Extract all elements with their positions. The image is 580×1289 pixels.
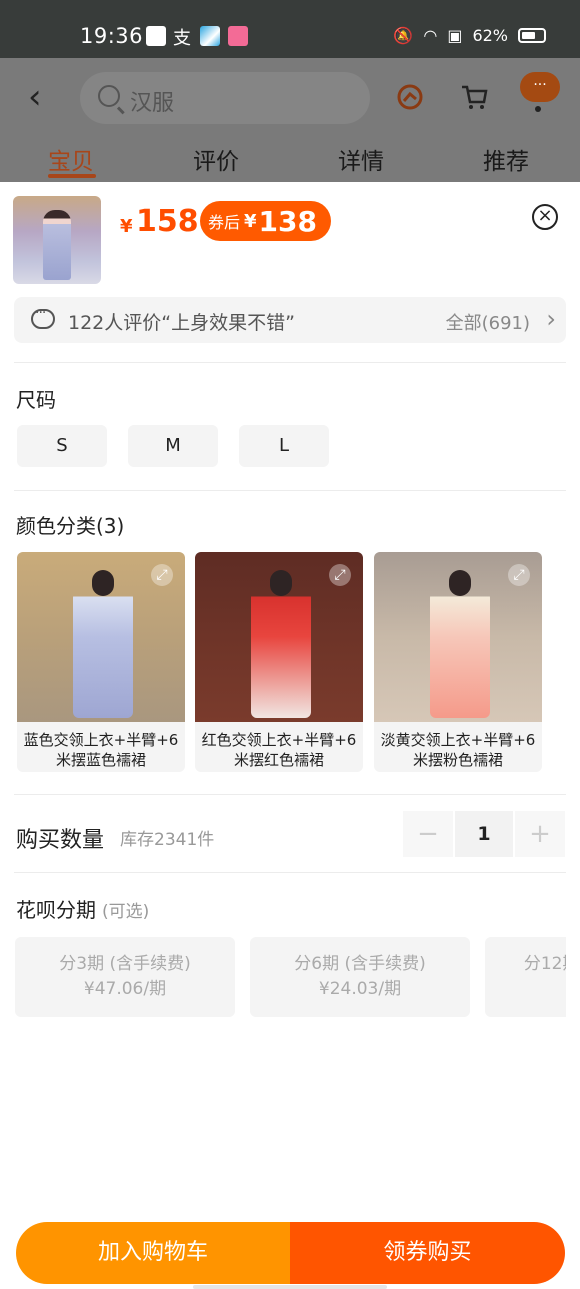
- installment-option-3[interactable]: 分3期 (含手续费) ¥47.06/期: [15, 937, 235, 1017]
- expand-icon[interactable]: ⤢: [329, 564, 351, 586]
- model-figure: [251, 570, 311, 718]
- product-thumbnail[interactable]: [13, 196, 101, 284]
- product-header: ‹ 汉服 ··· 宝贝 评价 详情 推荐: [0, 58, 580, 182]
- color-option-name: 淡黄交领上衣+半臂+6 米摆粉色襦裙: [374, 730, 542, 770]
- installment-period: 分3期 (含手续费): [59, 954, 191, 974]
- notification-dot: [535, 106, 541, 112]
- color-name-line: 淡黄交领上衣+半臂+6: [380, 731, 536, 749]
- active-tab-indicator: [48, 174, 96, 178]
- decrement-button[interactable]: −: [403, 811, 453, 857]
- coupon-label: 券后: [208, 213, 241, 232]
- quantity-stepper: − 1 +: [403, 811, 565, 857]
- size-option-m[interactable]: M: [128, 425, 218, 467]
- color-name-line: 米摆粉色襦裙: [412, 751, 503, 769]
- alipay-icon: 支: [173, 28, 191, 49]
- sku-selector-sheet: ¥ 158 券后 ¥ 138 × 122人评价“上身效果不错” 全部(691) …: [0, 182, 580, 1289]
- installment-optional: (可选): [102, 902, 150, 922]
- status-bar: 19:36 支 🔕 ◠ ▣ 62%: [0, 0, 580, 58]
- size-section-title: 尺码: [16, 388, 56, 412]
- chevron-right-icon: ›: [546, 305, 556, 333]
- add-to-cart-button[interactable]: 加入购物车: [16, 1222, 290, 1284]
- installment-option-12[interactable]: 分12期 (含手续费) ¥: [485, 937, 566, 1017]
- color-option-red[interactable]: ⤢ 红色交领上衣+半臂+6 米摆红色襦裙: [195, 552, 363, 772]
- share-icon[interactable]: [395, 82, 425, 112]
- search-input[interactable]: 汉服: [80, 72, 370, 124]
- model-figure: [430, 570, 490, 718]
- color-name-line: 红色交领上衣+半臂+6: [201, 731, 357, 749]
- search-icon: [98, 85, 120, 107]
- coupon-price: 138: [258, 204, 317, 238]
- size-option-l[interactable]: L: [239, 425, 329, 467]
- installment-amount: ¥24.03/期: [318, 979, 402, 999]
- color-name-line: 蓝色交领上衣+半臂+6: [23, 731, 179, 749]
- close-button[interactable]: ×: [532, 204, 558, 230]
- price-currency: ¥: [120, 216, 133, 237]
- installment-title: 花呗分期: [16, 898, 96, 922]
- divider: [14, 490, 566, 491]
- telegram-icon: [200, 26, 220, 46]
- coupon-price-badge: 券后 ¥ 138: [200, 201, 331, 241]
- silent-bell-icon: 🔕: [393, 26, 414, 45]
- wifi-icon: ◠: [423, 26, 438, 45]
- model-figure: [73, 570, 133, 718]
- quantity-value[interactable]: 1: [455, 811, 513, 857]
- coupon-currency: ¥: [244, 210, 257, 232]
- nfc-icon: ▣: [447, 26, 463, 45]
- buy-with-coupon-button[interactable]: 领券购买: [290, 1222, 565, 1284]
- installment-period: 分12期 (含手续费): [523, 954, 566, 974]
- product-price: 158: [136, 204, 199, 239]
- status-right: 🔕 ◠ ▣ 62%: [393, 26, 546, 45]
- tab-reviews[interactable]: 评价: [193, 142, 239, 176]
- thumbnail-figure: [43, 210, 71, 280]
- tab-item[interactable]: 宝贝: [48, 142, 94, 176]
- expand-icon[interactable]: ⤢: [151, 564, 173, 586]
- stock-count: 库存2341件: [120, 830, 215, 850]
- size-option-s[interactable]: S: [17, 425, 107, 467]
- home-indicator[interactable]: [193, 1285, 387, 1289]
- expand-icon[interactable]: ⤢: [508, 564, 530, 586]
- installment-section-title: 花呗分期 (可选): [16, 894, 149, 923]
- installment-amount: ¥: [485, 976, 566, 1002]
- tab-recommend[interactable]: 推荐: [483, 142, 529, 176]
- tab-details[interactable]: 详情: [338, 142, 384, 176]
- bilibili-icon: [228, 26, 248, 46]
- color-option-name: 蓝色交领上衣+半臂+6 米摆蓝色襦裙: [17, 730, 185, 770]
- review-summary-text: 122人评价“上身效果不错”: [68, 312, 295, 334]
- divider: [14, 794, 566, 795]
- status-time: 19:36: [80, 24, 144, 48]
- battery-percent: 62%: [472, 26, 508, 45]
- baidu-icon: [146, 26, 166, 46]
- installment-option-6[interactable]: 分6期 (含手续费) ¥24.03/期: [250, 937, 470, 1017]
- cart-icon[interactable]: [459, 82, 489, 112]
- installment-options: 分3期 (含手续费) ¥47.06/期 分6期 (含手续费) ¥24.03/期 …: [0, 927, 566, 1037]
- back-icon[interactable]: ‹: [28, 80, 54, 114]
- divider: [14, 872, 566, 873]
- installment-amount: ¥47.06/期: [83, 979, 167, 999]
- search-placeholder: 汉服: [130, 91, 175, 116]
- color-option-name: 红色交领上衣+半臂+6 米摆红色襦裙: [195, 730, 363, 770]
- divider: [14, 362, 566, 363]
- color-option-blue[interactable]: ⤢ 蓝色交领上衣+半臂+6 米摆蓝色襦裙: [17, 552, 185, 772]
- quantity-label: 购买数量: [16, 828, 105, 853]
- installment-period: 分6期 (含手续费): [294, 954, 426, 974]
- more-menu-button[interactable]: ···: [520, 72, 560, 102]
- color-option-pink[interactable]: ⤢ 淡黄交领上衣+半臂+6 米摆粉色襦裙: [374, 552, 542, 772]
- color-section-title: 颜色分类(3): [16, 514, 125, 538]
- increment-button[interactable]: +: [515, 811, 565, 857]
- color-name-line: 米摆蓝色襦裙: [55, 751, 146, 769]
- chat-icon: [31, 305, 55, 329]
- all-reviews-link[interactable]: 全部(691): [446, 309, 530, 335]
- color-name-line: 米摆红色襦裙: [233, 751, 324, 769]
- battery-icon: [518, 28, 546, 43]
- review-summary-bar[interactable]: 122人评价“上身效果不错” 全部(691) ›: [14, 297, 566, 343]
